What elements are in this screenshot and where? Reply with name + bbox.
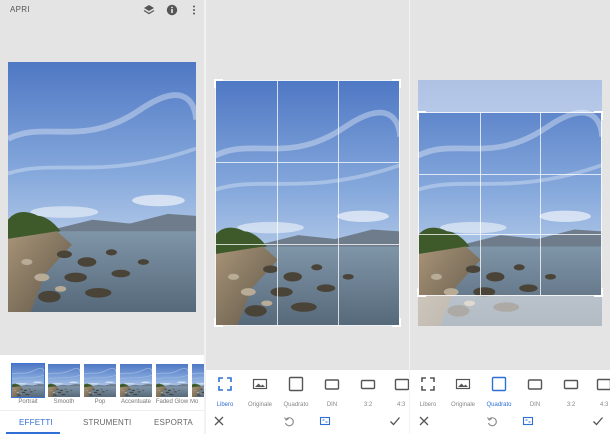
effect-label: Accentuate xyxy=(120,399,152,405)
effect-thumb[interactable] xyxy=(84,364,116,397)
ratio-4-3[interactable]: 4:3 xyxy=(387,376,410,408)
effect-label: Pop xyxy=(94,399,106,405)
grid-line xyxy=(276,81,278,325)
ratio-original[interactable]: Originale xyxy=(243,376,277,408)
grid-line xyxy=(216,243,399,245)
crop-action-bar xyxy=(205,408,410,434)
free-crop-icon xyxy=(421,377,435,391)
crop-handle[interactable] xyxy=(214,79,223,88)
effects-strip: Portrait Smooth Pop Accentuate Faded Glo… xyxy=(0,355,205,410)
effect-thumb[interactable] xyxy=(11,363,45,398)
tab-export[interactable]: ESPORTA xyxy=(154,418,193,427)
crop-handle[interactable] xyxy=(392,79,401,88)
crop-handle[interactable] xyxy=(417,111,426,120)
rotate-icon[interactable] xyxy=(486,415,498,427)
ratio-3-2[interactable]: 3:2 xyxy=(351,376,385,408)
rotate-icon[interactable] xyxy=(283,415,295,427)
check-icon[interactable] xyxy=(592,415,604,427)
effect-label: Smooth xyxy=(53,399,75,405)
crop-handle[interactable] xyxy=(392,318,401,327)
square-icon xyxy=(491,376,507,392)
ratio-3-2-icon xyxy=(360,379,376,390)
effect-thumb[interactable] xyxy=(48,364,80,397)
crop-handle[interactable] xyxy=(214,318,223,327)
free-crop-icon xyxy=(218,377,232,391)
open-button[interactable]: APRI xyxy=(10,5,30,14)
ratio-4-3-icon xyxy=(596,378,610,391)
grid-line xyxy=(419,234,601,236)
crop-grid[interactable] xyxy=(214,79,401,327)
crop-handle[interactable] xyxy=(594,288,603,297)
ratio-3-2[interactable]: 3:2 xyxy=(554,376,588,408)
effect-label: Faded Glow xyxy=(155,399,189,405)
grid-line xyxy=(337,81,339,325)
ratio-4-3-icon xyxy=(394,378,409,391)
image-icon xyxy=(252,378,268,390)
aspect-ratio-icon[interactable] xyxy=(319,415,331,427)
main-photo xyxy=(8,62,196,312)
close-icon[interactable] xyxy=(213,415,225,427)
tab-tools[interactable]: STRUMENTI xyxy=(83,418,131,427)
din-icon xyxy=(527,379,543,390)
check-icon[interactable] xyxy=(389,415,401,427)
ratio-free[interactable]: Libero xyxy=(208,376,242,408)
crop-mask-top xyxy=(418,80,602,112)
top-bar: APRI xyxy=(0,0,205,22)
grid-line xyxy=(540,113,542,295)
ratio-3-2-icon xyxy=(563,379,579,390)
grid-line xyxy=(216,162,399,164)
ratio-din[interactable]: DIN xyxy=(518,376,552,408)
aspect-ratio-bar: Libero Originale Quadrato DIN 3:2 4:3 xyxy=(410,370,610,408)
square-icon xyxy=(288,376,304,392)
grid-line xyxy=(479,113,481,295)
app-root: APRI Portrait Smooth Pop Accentuate Fade… xyxy=(0,0,610,434)
ratio-square[interactable]: Quadrato xyxy=(482,376,516,408)
crop-square-panel: Libero Originale Quadrato DIN 3:2 4:3 xyxy=(410,0,610,434)
crop-panel: Libero Originale Quadrato DIN 3:2 4:3 xyxy=(205,0,410,434)
crop-handle[interactable] xyxy=(417,288,426,297)
ratio-din[interactable]: DIN xyxy=(315,376,349,408)
crop-handle[interactable] xyxy=(594,111,603,120)
grid-line xyxy=(419,173,601,175)
effect-label: Portrait xyxy=(18,399,38,405)
image-icon xyxy=(455,378,471,390)
panel-divider xyxy=(204,0,206,434)
effect-thumb[interactable] xyxy=(156,364,188,397)
close-icon[interactable] xyxy=(418,415,430,427)
ratio-original[interactable]: Originale xyxy=(446,376,480,408)
ratio-4-3[interactable]: 4:3 xyxy=(590,376,610,408)
more-vert-icon[interactable] xyxy=(188,4,200,16)
din-icon xyxy=(324,379,340,390)
layers-icon[interactable] xyxy=(143,4,155,16)
effect-thumb[interactable] xyxy=(120,364,152,397)
editor-panel: APRI Portrait Smooth Pop Accentuate Fade… xyxy=(0,0,205,434)
info-icon[interactable] xyxy=(166,4,178,16)
effect-label: Mo xyxy=(190,399,199,405)
crop-mask-bottom xyxy=(418,296,602,326)
crop-grid[interactable] xyxy=(417,111,603,297)
aspect-ratio-icon[interactable] xyxy=(522,415,534,427)
tab-effects[interactable]: EFFETTI xyxy=(19,418,53,427)
bottom-tabs: EFFETTI STRUMENTI ESPORTA xyxy=(0,410,205,434)
aspect-ratio-bar: Libero Originale Quadrato DIN 3:2 4:3 xyxy=(205,370,410,408)
ratio-square[interactable]: Quadrato xyxy=(279,376,313,408)
crop-action-bar xyxy=(410,408,610,434)
ratio-free[interactable]: Libero xyxy=(411,376,445,408)
